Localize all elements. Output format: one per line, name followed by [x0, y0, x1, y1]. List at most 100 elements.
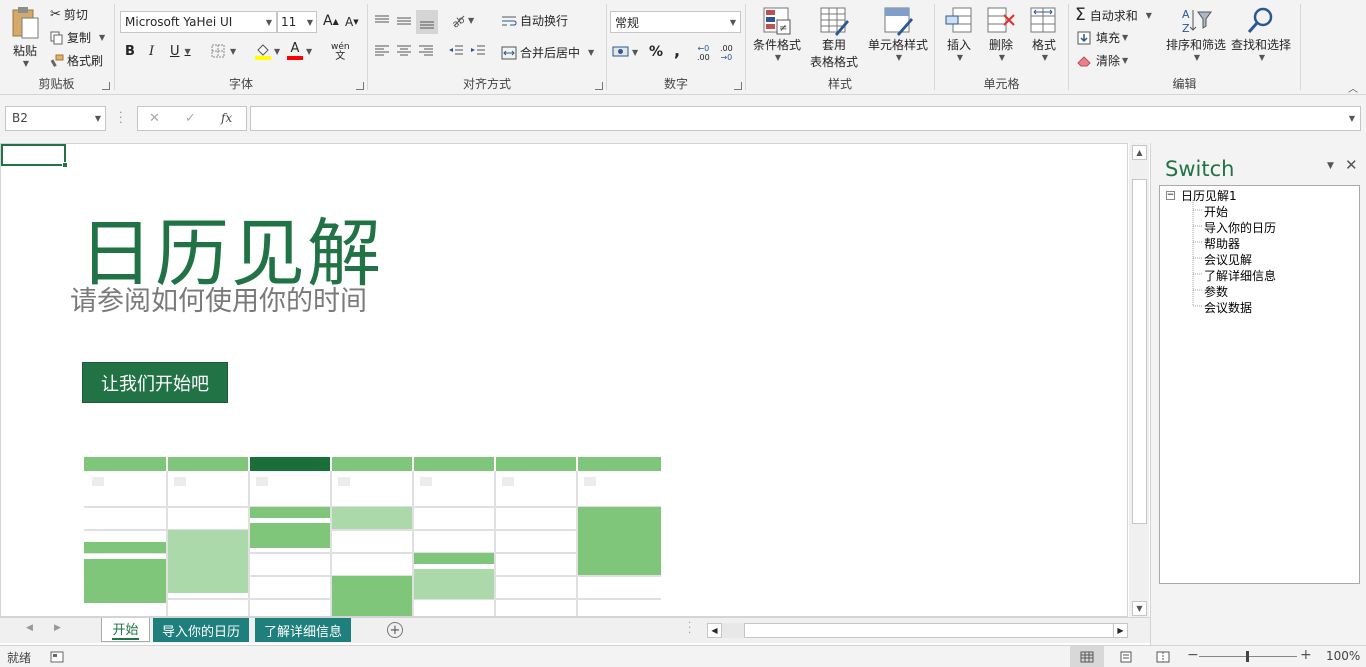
align-middle-button[interactable]	[396, 10, 416, 32]
find-select-button[interactable]: 查找和选择 ▼	[1229, 6, 1293, 70]
macro-record-icon[interactable]	[50, 651, 64, 663]
tab-start[interactable]: 开始	[101, 618, 150, 642]
decrease-decimal-button[interactable]: .00 →0	[720, 44, 733, 62]
sort-filter-button[interactable]: A Z 排序和筛选 ▼	[1165, 6, 1227, 70]
number-format-select[interactable]: 常规 ▼	[610, 11, 741, 33]
chevron-down-icon: ▼	[1348, 114, 1355, 123]
tab-learn-more[interactable]: 了解详细信息	[255, 618, 351, 642]
comma-button[interactable]: ,	[674, 41, 680, 60]
pane-options-icon[interactable]: ▼	[1327, 161, 1334, 171]
font-name-select[interactable]: Microsoft YaHei UI ▼	[120, 11, 277, 33]
cut-button[interactable]: ✂ 剪切	[50, 6, 88, 23]
tab-scroll-right-icon[interactable]: ▶	[54, 623, 61, 633]
editing-group: Σ 自动求和 ▼ 填充 ▼ 清除 ▼ A Z 排序和筛选 ▼ 查找和选择 ▼ 编…	[1069, 0, 1300, 95]
align-right-button[interactable]	[418, 45, 434, 57]
bold-button[interactable]: B	[125, 44, 135, 59]
collapse-icon[interactable]: −	[1166, 191, 1175, 200]
tree-item-meeting-data[interactable]: 会议数据	[1204, 299, 1252, 316]
switch-pane: Switch ▼ ✕ − 日历见解1 开始 导入你的日历 帮助器 会议见解 了解…	[1150, 143, 1366, 645]
sort-filter-label: 排序和筛选	[1165, 38, 1226, 52]
tab-scroll-left-icon[interactable]: ◀	[26, 623, 33, 633]
add-sheet-button[interactable]: +	[387, 622, 403, 638]
scroll-up-button[interactable]: ▲	[1132, 145, 1147, 160]
conditional-formatting-button[interactable]: ≠ 条件格式 ▼	[749, 6, 805, 70]
accounting-format-button[interactable]: ▼	[612, 44, 638, 60]
splitter-handle[interactable]: · · ·	[688, 619, 691, 639]
percent-button[interactable]: %	[649, 44, 663, 60]
align-left-button[interactable]	[374, 45, 390, 57]
insert-function-button[interactable]: fx	[221, 111, 232, 125]
page-layout-view-icon[interactable]	[1119, 651, 1133, 663]
scroll-left-button[interactable]: ◀	[707, 623, 722, 638]
vertical-scrollbar[interactable]: ▲ ▼	[1129, 143, 1149, 617]
worksheet[interactable]: 日历见解 请参阅如何使用你的时间 让我们开始吧	[0, 143, 1128, 617]
scrollbar-thumb[interactable]	[1132, 179, 1147, 524]
collapse-ribbon-button[interactable]: ︿	[1348, 80, 1358, 95]
zoom-slider-thumb[interactable]	[1246, 651, 1249, 662]
decrease-indent-button[interactable]	[448, 45, 464, 57]
tree-item-import-calendar[interactable]: 导入你的日历	[1204, 219, 1276, 236]
fill-color-button[interactable]: ▼	[255, 42, 280, 60]
horizontal-scrollbar-thumb[interactable]	[744, 623, 1116, 638]
tree-item-meeting-insights[interactable]: 会议见解	[1204, 251, 1252, 268]
align-bottom-button[interactable]	[416, 10, 438, 34]
tree-item-start[interactable]: 开始	[1204, 203, 1228, 220]
format-painter-button[interactable]: 格式刷	[50, 52, 103, 69]
delete-cells-button[interactable]: 删除 ▼	[983, 6, 1019, 70]
page-break-view-icon[interactable]	[1156, 651, 1170, 663]
italic-button[interactable]: I	[149, 44, 154, 59]
clear-button[interactable]: 清除 ▼	[1077, 52, 1128, 69]
selected-cell[interactable]	[1, 144, 66, 166]
autosum-button[interactable]: Σ 自动求和 ▼	[1075, 5, 1152, 25]
copy-button[interactable]: 复制 ▼	[50, 29, 105, 46]
format-cells-button[interactable]: 格式 ▼	[1025, 6, 1063, 70]
zoom-level[interactable]: 100%	[1326, 649, 1360, 663]
increase-decimal-button[interactable]: ←0 .00	[697, 44, 710, 62]
cancel-icon[interactable]: ✕	[149, 111, 160, 126]
font-size-select[interactable]: 11 ▼	[277, 11, 317, 33]
chevron-down-icon: ▼	[1145, 10, 1152, 20]
start-button[interactable]: 让我们开始吧	[82, 362, 228, 403]
dialog-launcher-icon[interactable]	[595, 82, 603, 90]
navigation-tree[interactable]: − 日历见解1 开始 导入你的日历 帮助器 会议见解 了解详细信息 参数 会议数…	[1159, 185, 1360, 584]
borders-button[interactable]: ▼	[211, 44, 236, 58]
phonetic-button[interactable]: wén 文	[331, 42, 350, 62]
orientation-button[interactable]: ab ▼	[450, 12, 475, 28]
zoom-out-icon[interactable]: −	[1187, 647, 1199, 663]
shrink-font-button[interactable]: A ▼	[345, 15, 359, 29]
scroll-right-button[interactable]: ▶	[1113, 623, 1128, 638]
tree-item-helper[interactable]: 帮助器	[1204, 235, 1240, 252]
tree-root[interactable]: − 日历见解1	[1166, 187, 1237, 204]
align-center-button[interactable]	[396, 45, 412, 57]
align-top-button[interactable]	[374, 10, 394, 32]
tree-item-learn-more[interactable]: 了解详细信息	[1204, 267, 1276, 284]
fill-handle[interactable]	[62, 162, 68, 168]
zoom-in-icon[interactable]: +	[1300, 647, 1312, 663]
fill-button[interactable]: 填充 ▼	[1077, 29, 1128, 46]
chevron-down-icon: ▼	[306, 46, 313, 56]
merge-center-button[interactable]: 合并后居中 ▼	[501, 44, 594, 61]
cell-styles-button[interactable]: 单元格样式 ▼	[866, 6, 930, 70]
format-as-table-button[interactable]: 套用 表格格式	[804, 6, 864, 82]
close-icon[interactable]: ✕	[1345, 156, 1358, 174]
font-color-button[interactable]: A ▼	[287, 42, 312, 60]
number-group-label: 数字	[663, 77, 688, 91]
scroll-down-button[interactable]: ▼	[1132, 601, 1147, 616]
name-box[interactable]: B2 ▼	[5, 106, 106, 131]
tree-item-parameters[interactable]: 参数	[1204, 283, 1228, 300]
paste-button[interactable]: 粘贴 ▼	[6, 6, 44, 68]
dialog-launcher-icon[interactable]	[356, 82, 364, 90]
formula-input[interactable]: ▼	[250, 106, 1361, 131]
grow-font-button[interactable]: A ▲	[323, 13, 339, 29]
dialog-launcher-icon[interactable]	[102, 82, 110, 90]
tab-import-calendar[interactable]: 导入你的日历	[153, 618, 249, 642]
dialog-launcher-icon[interactable]	[734, 82, 742, 90]
insert-cells-button[interactable]: 插入 ▼	[941, 6, 977, 70]
enter-icon[interactable]: ✓	[185, 111, 196, 126]
zoom-slider[interactable]	[1199, 651, 1297, 662]
horizontal-scrollbar[interactable]: ◀ ▶	[707, 623, 1128, 638]
wrap-text-button[interactable]: 自动换行	[501, 12, 568, 29]
normal-view-button[interactable]	[1070, 646, 1104, 667]
increase-indent-button[interactable]	[470, 45, 486, 57]
underline-button[interactable]: U ▼	[170, 44, 191, 59]
